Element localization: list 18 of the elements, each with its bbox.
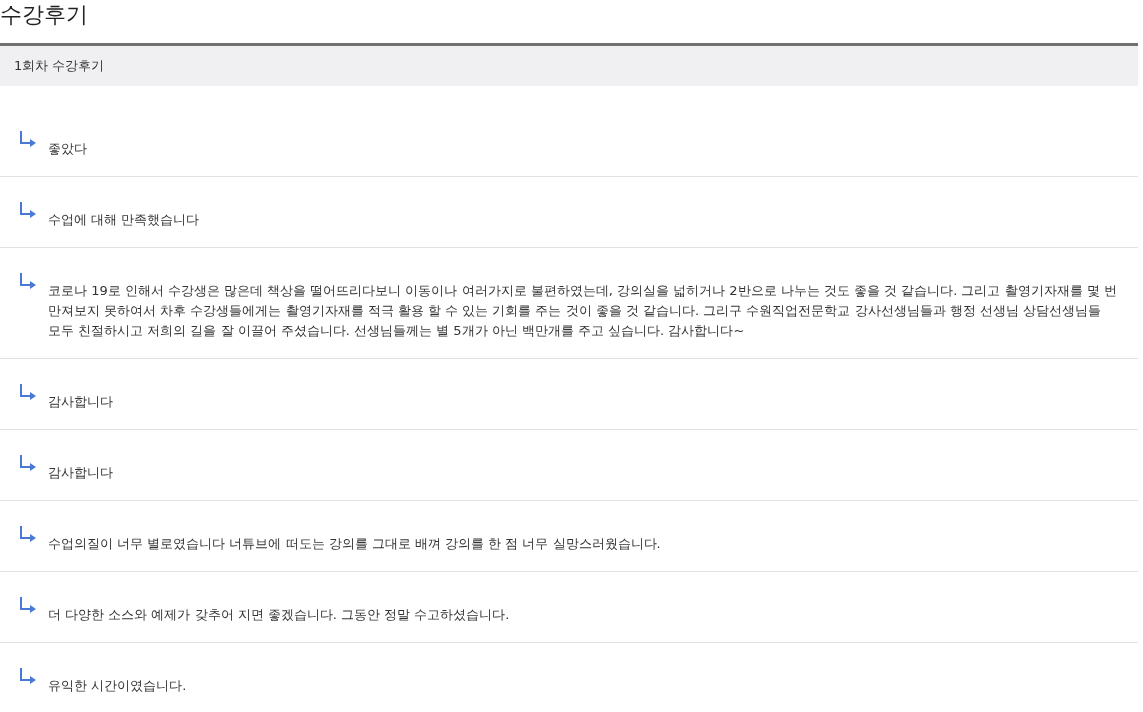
reply-arrow-icon <box>18 130 38 150</box>
review-text: 감사합니다 <box>48 464 114 482</box>
review-text: 좋았다 <box>48 140 88 158</box>
reply-arrow-icon <box>18 383 38 403</box>
review-text: 감사합니다 <box>48 393 114 411</box>
review-text: 유익한 시간이였습니다. <box>48 677 188 695</box>
review-text: 수업에 대해 만족했습니다 <box>48 211 201 229</box>
section-title: 1회차 수강후기 <box>14 57 105 76</box>
reply-arrow-icon <box>18 525 38 545</box>
review-text: 코로나 19로 인해서 수강생은 많은데 책상을 떨어뜨리다보니 이동이나 여러가지로 불편하였는데, 강의실을 넓히거나 2반으로 나누는 것도 좋을 것 같습니다. 그리고 촬영기자재를 몇 번 만져보지 못하여서 차후 수강생들에게는 촬영기자재를 적극 활용 할 수 있는 기회를 주는 것이 좋을 것 같습니다. 그리구 수원직업전문학교 강사선생님들과 행정 선생님 상담선생님들 모두 친절하시고 저희의 길을 잘 이끌어 주셨습니다. 선생님들께는 별 5개가 아닌 백만개를 주고 싶습니다. 감사합니다~ <box>48 282 1118 340</box>
reply-arrow-icon <box>18 596 38 616</box>
reply-arrow-icon <box>18 272 38 292</box>
page-title: 수강후기 <box>0 1 88 29</box>
review-text: 수업의질이 너무 별로였습니다 너튜브에 떠도는 강의를 그대로 배껴 강의를 한 점 너무 실망스러웠습니다. <box>48 535 662 553</box>
reply-arrow-icon <box>18 454 38 474</box>
reply-arrow-icon <box>18 667 38 687</box>
review-text: 더 다양한 소스와 예제가 갖추어 지면 좋겠습니다. 그동안 정말 수고하셨습니다. <box>48 606 511 624</box>
reply-arrow-icon <box>18 201 38 221</box>
